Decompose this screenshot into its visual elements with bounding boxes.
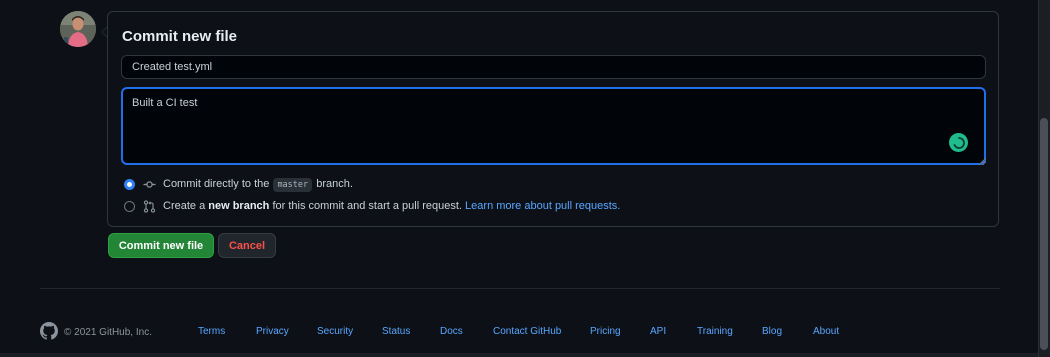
branch-name: master	[273, 178, 313, 192]
commit-description-textarea[interactable]: Built a CI test	[121, 87, 986, 165]
commit-direct-option[interactable]: Commit directly to the master branch.	[124, 176, 353, 192]
new-branch-prefix: Create a	[163, 200, 206, 212]
commit-panel: Commit new file Built a CI test Commit d…	[107, 11, 999, 227]
footer-divider	[40, 288, 1000, 289]
scrollbar-thumb[interactable]	[1040, 118, 1048, 350]
new-branch-label: Create a new branch for this commit and …	[163, 200, 620, 212]
avatar[interactable]	[60, 11, 96, 47]
new-branch-radio[interactable]	[124, 200, 135, 212]
footer-link-terms[interactable]: Terms	[198, 326, 225, 337]
copyright-text: © 2021 GitHub, Inc.	[64, 327, 152, 338]
footer-link-blog[interactable]: Blog	[762, 326, 782, 337]
github-mark-icon[interactable]	[40, 322, 58, 343]
footer-brand: © 2021 GitHub, Inc.	[40, 322, 152, 343]
commit-direct-radio[interactable]	[124, 178, 135, 190]
footer-link-privacy[interactable]: Privacy	[256, 326, 289, 337]
footer-link-about[interactable]: About	[813, 326, 839, 337]
commit-direct-label: Commit directly to the master branch.	[163, 178, 353, 192]
horizontal-scrollbar	[0, 353, 1038, 357]
commit-summary-input[interactable]	[121, 55, 986, 79]
new-branch-option[interactable]: Create a new branch for this commit and …	[124, 198, 620, 214]
commit-new-file-button[interactable]: Commit new file	[108, 233, 214, 258]
commit-title: Commit new file	[122, 28, 238, 45]
spinner-icon[interactable]	[949, 133, 968, 152]
resize-handle-icon[interactable]	[979, 158, 986, 165]
learn-more-pull-requests-link[interactable]: Learn more about pull requests.	[465, 200, 620, 212]
footer-link-contact[interactable]: Contact GitHub	[493, 326, 561, 337]
git-commit-icon	[142, 177, 156, 191]
git-pull-request-icon	[142, 199, 156, 213]
avatar-photo	[60, 11, 96, 47]
commit-direct-prefix: Commit directly to the	[163, 178, 270, 190]
cancel-button[interactable]: Cancel	[218, 233, 276, 258]
commit-direct-suffix: branch.	[316, 178, 353, 190]
footer-link-pricing[interactable]: Pricing	[590, 326, 621, 337]
footer-link-api[interactable]: API	[650, 326, 666, 337]
new-branch-middle: for this commit and start a pull request…	[272, 200, 462, 212]
footer-link-docs[interactable]: Docs	[440, 326, 463, 337]
footer-link-security[interactable]: Security	[317, 326, 353, 337]
footer-link-training[interactable]: Training	[697, 326, 733, 337]
footer-link-status[interactable]: Status	[382, 326, 410, 337]
new-branch-bold: new branch	[208, 200, 270, 212]
